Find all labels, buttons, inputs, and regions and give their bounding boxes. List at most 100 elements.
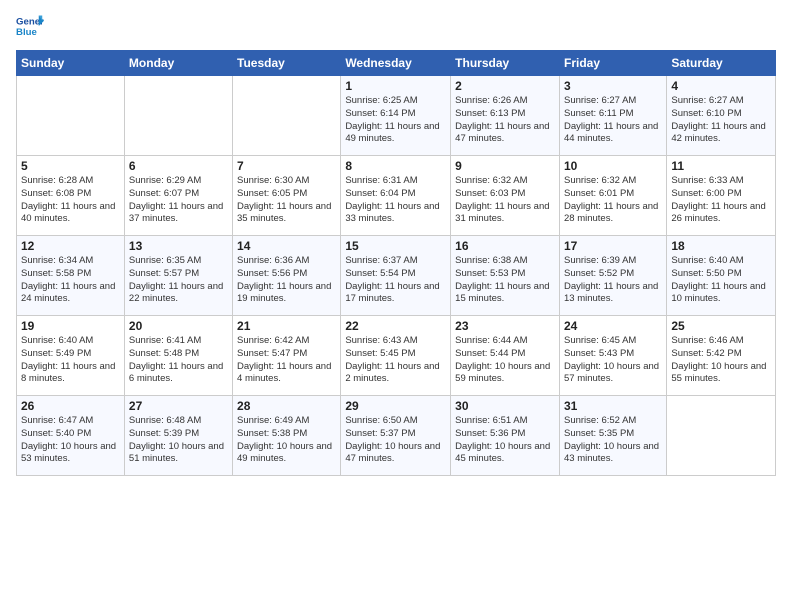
day-number: 8 (345, 159, 446, 173)
calendar-cell: 12 Sunrise: 6:34 AM Sunset: 5:58 PM Dayli… (17, 236, 125, 316)
calendar-cell: 8 Sunrise: 6:31 AM Sunset: 6:04 PM Daylig… (341, 156, 451, 236)
day-of-week-header: Thursday (451, 51, 560, 76)
day-of-week-header: Sunday (17, 51, 125, 76)
day-info: Sunrise: 6:37 AM Sunset: 5:54 PM Dayligh… (345, 255, 446, 306)
day-number: 16 (455, 239, 555, 253)
day-number: 26 (21, 399, 120, 413)
calendar-cell: 16Sunrise: 6:38 AM Sunset: 5:53 PM Dayli… (451, 236, 560, 316)
calendar-cell: 22 Sunrise: 6:43 AM Sunset: 5:45 PM Dayli… (341, 316, 451, 396)
day-info: Sunrise: 6:42 AM Sunset: 5:47 PM Dayligh… (237, 335, 336, 386)
day-of-week-header: Friday (559, 51, 666, 76)
day-info: Sunrise: 6:51 AM Sunset: 5:36 PM Dayligh… (455, 415, 555, 466)
day-number: 17 (564, 239, 662, 253)
day-number: 5 (21, 159, 120, 173)
day-number: 7 (237, 159, 336, 173)
calendar-cell: 15 Sunrise: 6:37 AM Sunset: 5:54 PM Dayli… (341, 236, 451, 316)
day-info: Sunrise: 6:35 AM Sunset: 5:57 PM Dayligh… (129, 255, 228, 306)
day-info: Sunrise: 6:43 AM Sunset: 5:45 PM Dayligh… (345, 335, 446, 386)
day-of-week-header: Wednesday (341, 51, 451, 76)
logo-icon: General Blue (16, 12, 44, 40)
day-info: Sunrise: 6:44 AM Sunset: 5:44 PM Dayligh… (455, 335, 555, 386)
calendar-cell: 17 Sunrise: 6:39 AM Sunset: 5:52 PM Dayli… (559, 236, 666, 316)
day-info: Sunrise: 6:30 AM Sunset: 6:05 PM Dayligh… (237, 175, 336, 226)
day-number: 22 (345, 319, 446, 333)
day-number: 2 (455, 79, 555, 93)
calendar-cell: 30 Sunrise: 6:51 AM Sunset: 5:36 PM Dayli… (451, 396, 560, 476)
calendar-cell: 26 Sunrise: 6:47 AM Sunset: 5:40 PM Dayli… (17, 396, 125, 476)
day-info: Sunrise: 6:50 AM Sunset: 5:37 PM Dayligh… (345, 415, 446, 466)
calendar-week-row: 12 Sunrise: 6:34 AM Sunset: 5:58 PM Dayli… (17, 236, 776, 316)
day-number: 18 (671, 239, 771, 253)
day-info: Sunrise: 6:36 AM Sunset: 5:56 PM Dayligh… (237, 255, 336, 306)
day-info: Sunrise: 6:40 AM Sunset: 5:50 PM Dayligh… (671, 255, 771, 306)
calendar-cell: 1Sunrise: 6:25 AM Sunset: 6:14 PM Daylig… (341, 76, 451, 156)
day-info: Sunrise: 6:47 AM Sunset: 5:40 PM Dayligh… (21, 415, 120, 466)
day-info: Sunrise: 6:34 AM Sunset: 5:58 PM Dayligh… (21, 255, 120, 306)
calendar-cell: 29 Sunrise: 6:50 AM Sunset: 5:37 PM Dayli… (341, 396, 451, 476)
day-number: 31 (564, 399, 662, 413)
calendar-cell (124, 76, 232, 156)
day-of-week-header: Saturday (667, 51, 776, 76)
day-info: Sunrise: 6:41 AM Sunset: 5:48 PM Dayligh… (129, 335, 228, 386)
day-info: Sunrise: 6:28 AM Sunset: 6:08 PM Dayligh… (21, 175, 120, 226)
day-info: Sunrise: 6:25 AM Sunset: 6:14 PM Dayligh… (345, 95, 446, 146)
calendar-cell: 5 Sunrise: 6:28 AM Sunset: 6:08 PM Daylig… (17, 156, 125, 236)
calendar-cell (233, 76, 341, 156)
day-info: Sunrise: 6:46 AM Sunset: 5:42 PM Dayligh… (671, 335, 771, 386)
day-number: 3 (564, 79, 662, 93)
calendar-cell: 23 Sunrise: 6:44 AM Sunset: 5:44 PM Dayli… (451, 316, 560, 396)
day-number: 25 (671, 319, 771, 333)
day-info: Sunrise: 6:45 AM Sunset: 5:43 PM Dayligh… (564, 335, 662, 386)
day-info: Sunrise: 6:40 AM Sunset: 5:49 PM Dayligh… (21, 335, 120, 386)
day-number: 27 (129, 399, 228, 413)
day-info: Sunrise: 6:29 AM Sunset: 6:07 PM Dayligh… (129, 175, 228, 226)
day-number: 28 (237, 399, 336, 413)
page-header: General Blue (16, 12, 776, 40)
day-of-week-header: Tuesday (233, 51, 341, 76)
calendar-table: SundayMondayTuesdayWednesdayThursdayFrid… (16, 50, 776, 476)
day-info: Sunrise: 6:39 AM Sunset: 5:52 PM Dayligh… (564, 255, 662, 306)
day-info: Sunrise: 6:27 AM Sunset: 6:11 PM Dayligh… (564, 95, 662, 146)
calendar-cell: 25 Sunrise: 6:46 AM Sunset: 5:42 PM Dayli… (667, 316, 776, 396)
day-number: 11 (671, 159, 771, 173)
calendar-week-row: 5 Sunrise: 6:28 AM Sunset: 6:08 PM Daylig… (17, 156, 776, 236)
calendar-cell: 18 Sunrise: 6:40 AM Sunset: 5:50 PM Dayli… (667, 236, 776, 316)
day-info: Sunrise: 6:49 AM Sunset: 5:38 PM Dayligh… (237, 415, 336, 466)
day-of-week-header: Monday (124, 51, 232, 76)
day-info: Sunrise: 6:52 AM Sunset: 5:35 PM Dayligh… (564, 415, 662, 466)
calendar-cell: 31 Sunrise: 6:52 AM Sunset: 5:35 PM Dayli… (559, 396, 666, 476)
calendar-cell: 3 Sunrise: 6:27 AM Sunset: 6:11 PM Daylig… (559, 76, 666, 156)
day-number: 19 (21, 319, 120, 333)
calendar-cell: 10Sunrise: 6:32 AM Sunset: 6:01 PM Dayli… (559, 156, 666, 236)
logo: General Blue (16, 12, 44, 40)
calendar-week-row: 26 Sunrise: 6:47 AM Sunset: 5:40 PM Dayli… (17, 396, 776, 476)
day-info: Sunrise: 6:26 AM Sunset: 6:13 PM Dayligh… (455, 95, 555, 146)
day-number: 10 (564, 159, 662, 173)
calendar-cell: 2 Sunrise: 6:26 AM Sunset: 6:13 PM Daylig… (451, 76, 560, 156)
day-number: 30 (455, 399, 555, 413)
day-number: 14 (237, 239, 336, 253)
day-number: 9 (455, 159, 555, 173)
day-number: 23 (455, 319, 555, 333)
calendar-cell: 7 Sunrise: 6:30 AM Sunset: 6:05 PM Daylig… (233, 156, 341, 236)
day-number: 6 (129, 159, 228, 173)
day-number: 29 (345, 399, 446, 413)
day-info: Sunrise: 6:48 AM Sunset: 5:39 PM Dayligh… (129, 415, 228, 466)
calendar-cell: 9Sunrise: 6:32 AM Sunset: 6:03 PM Daylig… (451, 156, 560, 236)
day-number: 12 (21, 239, 120, 253)
calendar-header-row: SundayMondayTuesdayWednesdayThursdayFrid… (17, 51, 776, 76)
calendar-week-row: 1Sunrise: 6:25 AM Sunset: 6:14 PM Daylig… (17, 76, 776, 156)
day-info: Sunrise: 6:33 AM Sunset: 6:00 PM Dayligh… (671, 175, 771, 226)
calendar-cell: 24 Sunrise: 6:45 AM Sunset: 5:43 PM Dayli… (559, 316, 666, 396)
day-number: 4 (671, 79, 771, 93)
calendar-cell: 11 Sunrise: 6:33 AM Sunset: 6:00 PM Dayli… (667, 156, 776, 236)
calendar-week-row: 19 Sunrise: 6:40 AM Sunset: 5:49 PM Dayli… (17, 316, 776, 396)
calendar-cell: 21Sunrise: 6:42 AM Sunset: 5:47 PM Dayli… (233, 316, 341, 396)
day-number: 20 (129, 319, 228, 333)
day-number: 24 (564, 319, 662, 333)
day-number: 15 (345, 239, 446, 253)
calendar-cell: 6 Sunrise: 6:29 AM Sunset: 6:07 PM Daylig… (124, 156, 232, 236)
day-info: Sunrise: 6:31 AM Sunset: 6:04 PM Dayligh… (345, 175, 446, 226)
calendar-cell (17, 76, 125, 156)
calendar-cell: 14 Sunrise: 6:36 AM Sunset: 5:56 PM Dayli… (233, 236, 341, 316)
